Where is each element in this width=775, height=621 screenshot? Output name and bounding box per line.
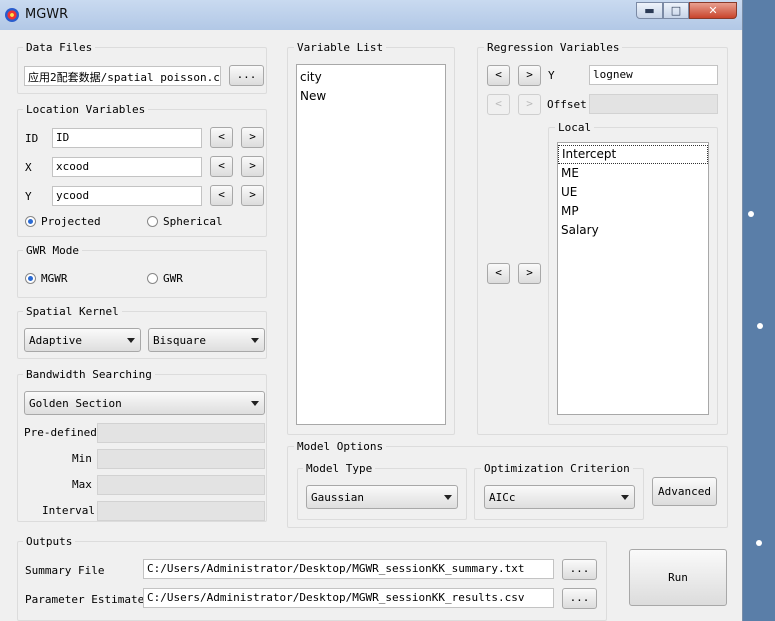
projected-radio-label: Projected <box>41 215 101 228</box>
outputs-label: Outputs <box>23 535 76 548</box>
local-variables-label: Local <box>555 121 595 134</box>
id-add-button[interactable]: > <box>241 127 264 148</box>
outputs-group <box>17 541 607 621</box>
x-label: X <box>25 161 32 174</box>
kernel-function-dropdown[interactable]: Bisquare <box>148 328 265 352</box>
run-button[interactable]: Run <box>629 549 727 606</box>
projected-radio[interactable]: Projected <box>25 215 101 228</box>
max-field <box>97 475 265 495</box>
x-field[interactable]: xcood <box>52 157 202 177</box>
gwr-mode-label: GWR Mode <box>23 244 82 257</box>
data-files-label: Data Files <box>23 41 96 54</box>
model-options-label: Model Options <box>294 440 387 453</box>
parameter-estimates-browse-button[interactable]: ... <box>562 588 597 609</box>
list-item[interactable]: Salary <box>558 221 708 240</box>
kernel-type-dropdown[interactable]: Adaptive <box>24 328 141 352</box>
summary-file-input[interactable]: C:/Users/Administrator/Desktop/MGWR_sess… <box>143 559 554 579</box>
min-field <box>97 449 265 469</box>
local-remove-button[interactable]: < <box>487 263 510 284</box>
list-item[interactable]: city <box>297 68 445 87</box>
list-item[interactable]: UE <box>558 183 708 202</box>
radio-selected-icon <box>25 273 36 284</box>
bandwidth-method-dropdown[interactable]: Golden Section <box>24 391 265 415</box>
offset-remove-button: < <box>487 94 510 115</box>
window-title: MGWR <box>25 7 69 22</box>
spatial-kernel-label: Spatial Kernel <box>23 305 122 318</box>
interval-field <box>97 501 265 521</box>
chevron-down-icon <box>251 338 259 343</box>
interval-label: Interval <box>42 504 95 517</box>
max-label: Max <box>72 478 92 491</box>
id-field[interactable]: ID <box>52 128 202 148</box>
local-variable-list[interactable]: Intercept ME UE MP Salary <box>557 142 709 415</box>
id-remove-button[interactable]: < <box>210 127 233 148</box>
predefined-label: Pre-defined <box>24 426 97 439</box>
offset-label: Offset <box>547 98 587 111</box>
list-item[interactable]: Intercept <box>558 145 708 164</box>
y-add-button[interactable]: > <box>241 185 264 206</box>
summary-file-browse-button[interactable]: ... <box>562 559 597 580</box>
chevron-down-icon <box>444 495 452 500</box>
minimize-button[interactable]: ▬ <box>636 2 663 19</box>
mgwr-window: MGWR ▬ □ ✕ Data Files 应用2配套数据/spatial po… <box>0 0 743 621</box>
gwr-radio-label: GWR <box>163 272 183 285</box>
id-label: ID <box>25 132 39 145</box>
optimization-criterion-label: Optimization Criterion <box>481 462 633 475</box>
mgwr-radio-label: MGWR <box>41 272 68 285</box>
regression-variables-label: Regression Variables <box>484 41 623 54</box>
desktop-dot <box>756 540 762 546</box>
variable-list-label: Variable List <box>294 41 387 54</box>
desktop-dot <box>757 323 763 329</box>
close-button[interactable]: ✕ <box>689 2 737 19</box>
list-item[interactable]: New <box>297 87 445 106</box>
parameter-estimates-input[interactable]: C:/Users/Administrator/Desktop/MGWR_sess… <box>143 588 554 608</box>
radio-unselected-icon <box>147 273 158 284</box>
list-item[interactable]: ME <box>558 164 708 183</box>
radio-selected-icon <box>25 216 36 227</box>
predefined-field <box>97 423 265 443</box>
desktop-dot <box>748 211 754 217</box>
x-add-button[interactable]: > <box>241 156 264 177</box>
bandwidth-label: Bandwidth Searching <box>23 368 155 381</box>
bandwidth-method-value: Golden Section <box>29 397 122 410</box>
spherical-radio-label: Spherical <box>163 215 223 228</box>
chevron-down-icon <box>127 338 135 343</box>
y-variable-add-button[interactable]: > <box>518 65 541 86</box>
radio-unselected-icon <box>147 216 158 227</box>
dependent-variable-field[interactable]: lognew <box>589 65 718 85</box>
kernel-type-value: Adaptive <box>29 334 82 347</box>
title-bar[interactable]: MGWR ▬ □ ✕ <box>0 0 742 30</box>
gwr-radio[interactable]: GWR <box>147 272 183 285</box>
location-variables-label: Location Variables <box>23 103 149 116</box>
variable-list[interactable]: city New <box>296 64 446 425</box>
parameter-estimates-label: Parameter Estimates <box>25 593 151 606</box>
chevron-down-icon <box>621 495 629 500</box>
model-type-dropdown[interactable]: Gaussian <box>306 485 458 509</box>
app-logo-icon <box>5 8 19 22</box>
min-label: Min <box>72 452 92 465</box>
summary-file-label: Summary File <box>25 564 105 577</box>
x-remove-button[interactable]: < <box>210 156 233 177</box>
chevron-down-icon <box>251 401 259 406</box>
maximize-button[interactable]: □ <box>663 2 689 19</box>
optimization-criterion-value: AICc <box>489 491 516 504</box>
y-variable-remove-button[interactable]: < <box>487 65 510 86</box>
y-field[interactable]: ycood <box>52 186 202 206</box>
y-remove-button[interactable]: < <box>210 185 233 206</box>
data-file-path-input[interactable]: 应用2配套数据/spatial poisson.csv <box>24 66 221 86</box>
kernel-function-value: Bisquare <box>153 334 206 347</box>
data-file-browse-button[interactable]: ... <box>229 65 264 86</box>
optimization-criterion-dropdown[interactable]: AICc <box>484 485 635 509</box>
spherical-radio[interactable]: Spherical <box>147 215 223 228</box>
local-add-button[interactable]: > <box>518 263 541 284</box>
model-type-value: Gaussian <box>311 491 364 504</box>
mgwr-radio[interactable]: MGWR <box>25 272 68 285</box>
list-item[interactable]: MP <box>558 202 708 221</box>
dependent-y-label: Y <box>548 69 555 82</box>
offset-field <box>589 94 718 114</box>
offset-add-button: > <box>518 94 541 115</box>
model-type-label: Model Type <box>303 462 376 475</box>
advanced-button[interactable]: Advanced <box>652 477 717 506</box>
y-label: Y <box>25 190 32 203</box>
